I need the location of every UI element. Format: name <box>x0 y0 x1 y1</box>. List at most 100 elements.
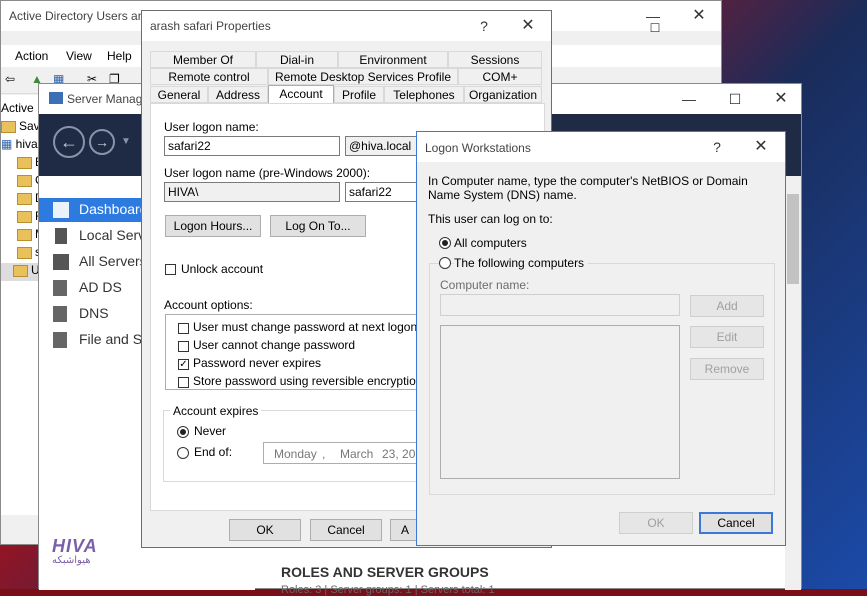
tab-account[interactable]: Account <box>268 85 334 104</box>
end-of-label: End of: <box>194 445 233 459</box>
close-icon[interactable]: ✕ <box>685 3 713 29</box>
tab-general[interactable]: General <box>150 86 208 103</box>
server-manager-title: Server Manag <box>67 92 143 106</box>
option-checkbox-checked[interactable]: ✓ <box>178 359 189 370</box>
remove-button[interactable]: Remove <box>690 358 764 380</box>
pre2000-user-input[interactable]: safari22 <box>345 182 425 202</box>
ad-ds-icon <box>53 280 67 296</box>
folder-icon <box>17 228 32 241</box>
unlock-account-label: Unlock account <box>181 262 264 276</box>
hiva-logo: HIVA هیواشبکه <box>52 536 112 570</box>
dashboard-icon <box>53 202 69 218</box>
close-icon[interactable]: ✕ <box>514 13 542 39</box>
scrollbar[interactable] <box>785 176 801 590</box>
ad-users-title: Active Directory Users and <box>9 9 152 23</box>
maximize-icon[interactable]: ☐ <box>641 15 669 41</box>
account-options-label: Account options: <box>164 298 253 312</box>
tab-com-plus[interactable]: COM+ <box>458 68 542 85</box>
upn-suffix-dropdown[interactable]: @hiva.local <box>345 136 425 156</box>
user-logon-name-input[interactable]: safari22 <box>164 136 340 156</box>
folder-icon <box>1 120 16 133</box>
logon-hours-button[interactable]: Logon Hours... <box>165 215 261 237</box>
following-computers-label: The following computers <box>454 256 589 270</box>
tab-environment[interactable]: Environment <box>338 51 448 68</box>
nav-item-label: All Servers <box>79 253 147 269</box>
nav-item-local-server[interactable]: Local Serve <box>39 224 153 248</box>
nav-item-file-storage[interactable]: File and St <box>39 328 149 352</box>
properties-title: arash safari Properties <box>150 19 271 33</box>
tree-item-u[interactable]: U <box>1 263 40 281</box>
folder-icon <box>17 192 32 205</box>
option-label: User must change password at next logon <box>193 320 418 334</box>
tree-item-label: Active D <box>1 101 41 115</box>
menu-action[interactable]: Action <box>15 49 48 63</box>
pre2000-domain-field: HIVA\ <box>164 182 340 202</box>
account-options-list[interactable]: User must change password at next logon … <box>165 314 425 390</box>
tab-member-of[interactable]: Member Of <box>150 51 256 68</box>
tab-organization[interactable]: Organization <box>464 86 542 103</box>
option-checkbox[interactable] <box>178 341 189 352</box>
add-button[interactable]: Add <box>690 295 764 317</box>
menu-help[interactable]: Help <box>107 49 132 63</box>
option-checkbox[interactable] <box>178 377 189 388</box>
tree-item-domain[interactable]: ▦ hiva <box>1 137 38 155</box>
tree-item-d[interactable]: D <box>1 191 41 209</box>
servers-icon <box>53 254 69 270</box>
nav-item-all-servers[interactable]: All Servers <box>39 250 149 274</box>
workstations-ok-button[interactable]: OK <box>619 512 693 534</box>
tree-item-saved[interactable]: Save <box>1 119 41 137</box>
properties-cancel-button[interactable]: Cancel <box>310 519 382 541</box>
tab-rds-profile[interactable]: Remote Desktop Services Profile <box>268 68 458 85</box>
minimize-icon[interactable]: — <box>675 86 703 112</box>
computer-name-input[interactable] <box>440 294 680 316</box>
nav-item-label: File and St <box>79 331 146 347</box>
tab-remote-control[interactable]: Remote control <box>150 68 268 85</box>
close-icon[interactable]: ✕ <box>767 86 795 112</box>
forward-arrow-icon[interactable]: → <box>89 129 115 155</box>
tree-item-m[interactable]: M <box>1 227 41 245</box>
logon-workstations-dialog: Logon Workstations ? ✕ In Computer name,… <box>416 131 786 546</box>
tab-profile[interactable]: Profile <box>334 86 384 103</box>
back-arrow-icon[interactable]: ⇦ <box>5 72 19 86</box>
log-on-to-button[interactable]: Log On To... <box>270 215 366 237</box>
option-label: User cannot change password <box>193 338 356 352</box>
tab-sessions[interactable]: Sessions <box>448 51 542 68</box>
tree-item-b[interactable]: B <box>1 155 41 173</box>
chevron-down-icon[interactable]: ▼ <box>121 136 131 147</box>
option-label: Password never expires <box>193 356 322 370</box>
tree-item-s[interactable]: s <box>1 245 41 263</box>
end-of-date-picker[interactable]: Monday , March 23, 202 <box>263 442 425 464</box>
workstations-cancel-button[interactable]: Cancel <box>699 512 773 534</box>
following-computers-radio[interactable] <box>439 257 451 269</box>
all-computers-label: All computers <box>454 236 527 250</box>
tab-dial-in[interactable]: Dial-in <box>256 51 338 68</box>
tree-item-root[interactable]: Active D <box>1 101 41 119</box>
logo-brand: HIVA <box>52 536 98 556</box>
maximize-icon[interactable]: ☐ <box>721 86 749 112</box>
end-of-radio[interactable] <box>177 447 189 459</box>
tree-item-f[interactable]: F <box>1 209 41 227</box>
computer-list[interactable] <box>440 325 680 479</box>
tab-telephones[interactable]: Telephones <box>384 86 464 103</box>
scrollbar-thumb[interactable] <box>787 194 799 284</box>
tree-item-c[interactable]: C <box>1 173 41 191</box>
unlock-account-checkbox[interactable] <box>165 264 176 275</box>
menu-view[interactable]: View <box>66 49 92 63</box>
properties-ok-button[interactable]: OK <box>229 519 301 541</box>
date-month: March <box>340 447 374 461</box>
tree-item-label: hiva <box>15 137 38 151</box>
option-checkbox[interactable] <box>178 323 189 334</box>
roles-heading: ROLES AND SERVER GROUPS <box>281 564 489 580</box>
all-computers-radio[interactable] <box>439 237 451 249</box>
close-icon[interactable]: ✕ <box>747 134 775 160</box>
help-icon[interactable]: ? <box>703 134 731 160</box>
edit-button[interactable]: Edit <box>690 326 764 348</box>
nav-item-label: Dashboard <box>79 201 148 217</box>
nav-item-ad-ds[interactable]: AD DS <box>39 276 149 300</box>
help-icon[interactable]: ? <box>470 13 498 39</box>
tab-address[interactable]: Address <box>208 86 268 103</box>
nav-item-dns[interactable]: DNS <box>39 302 149 326</box>
never-radio[interactable] <box>177 426 189 438</box>
back-arrow-icon[interactable]: ← <box>53 126 85 158</box>
nav-item-dashboard[interactable]: Dashboard <box>39 198 149 222</box>
